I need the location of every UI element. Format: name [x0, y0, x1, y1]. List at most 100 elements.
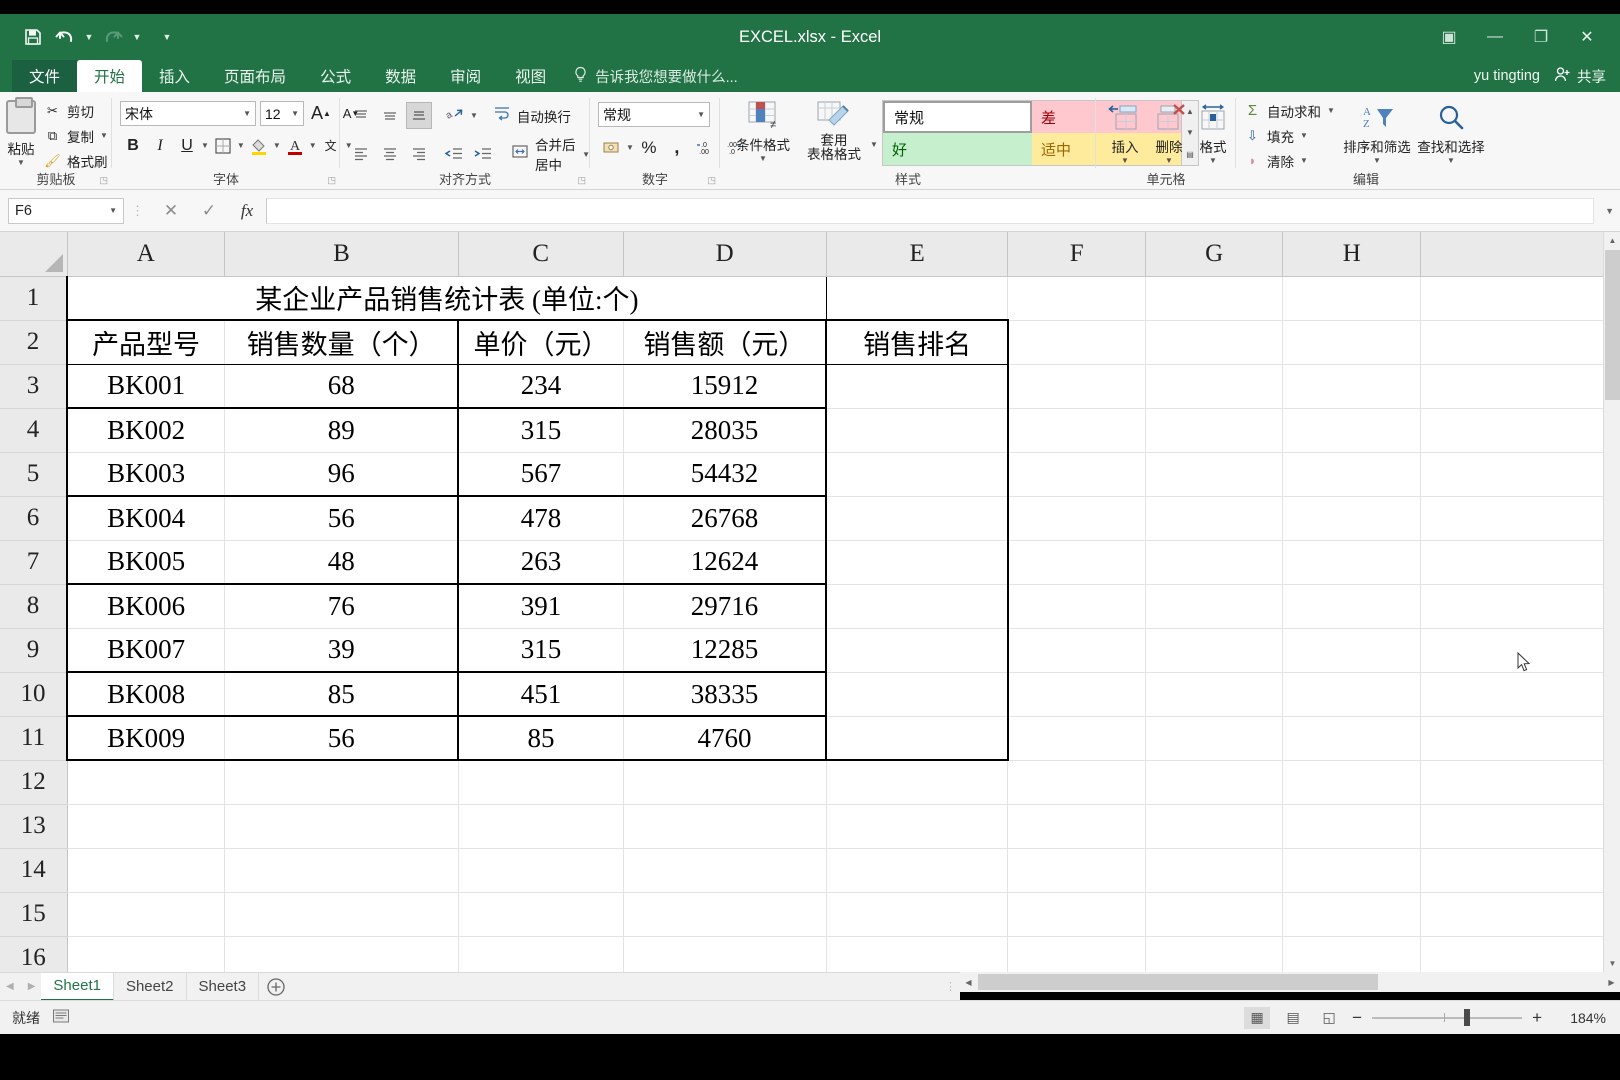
cell-b4[interactable]: 89 [224, 407, 459, 453]
cell-e4[interactable] [825, 408, 1009, 453]
percent-style-button[interactable]: % [636, 134, 662, 161]
cell-a4[interactable]: BK002 [66, 407, 226, 453]
find-select-button[interactable]: 查找和选择 ▼ [1416, 100, 1486, 165]
wrap-text-button[interactable]: 自动换行 [493, 105, 571, 127]
font-size-dropdown-icon[interactable]: ▼ [291, 109, 299, 118]
insert-cells-dropdown-icon[interactable]: ▼ [1121, 156, 1129, 165]
cell-c14[interactable] [458, 848, 624, 893]
cell-c8[interactable]: 391 [457, 583, 624, 629]
cell-i7[interactable] [1420, 540, 1620, 585]
cell-h15[interactable] [1282, 892, 1422, 937]
cell-d8[interactable]: 29716 [623, 583, 827, 629]
cell-i8[interactable] [1420, 584, 1620, 629]
italic-button[interactable]: I [147, 132, 173, 159]
cell-h16[interactable] [1282, 936, 1422, 972]
column-header-g[interactable]: G [1145, 232, 1284, 277]
last-sheet-icon[interactable]: ▶ [28, 981, 36, 992]
cell-g16[interactable] [1145, 936, 1284, 972]
tab-split-handle[interactable]: ⋮ [942, 980, 960, 993]
borders-dropdown-icon[interactable]: ▼ [237, 141, 245, 150]
cell-a1-title[interactable]: 某企业产品销售统计表 (单位:个) [66, 276, 827, 321]
increase-decimal-icon[interactable]: .0.00 [692, 134, 718, 161]
cell-g5[interactable] [1145, 452, 1284, 497]
add-sheet-button[interactable] [259, 973, 293, 1001]
cell-d13[interactable] [623, 804, 827, 849]
fill-button[interactable]: ⇩ 填充 ▼ [1244, 123, 1335, 148]
row-header-6[interactable]: 6 [0, 496, 68, 541]
cell-a16[interactable] [67, 936, 226, 972]
sheet-tab-sheet1[interactable]: Sheet1 [41, 972, 114, 1001]
font-color-dropdown-icon[interactable]: ▼ [309, 141, 317, 150]
cell-g1[interactable] [1145, 276, 1284, 321]
cell-h4[interactable] [1282, 408, 1422, 453]
align-right-icon[interactable] [406, 141, 432, 168]
tab-formulas[interactable]: 公式 [303, 60, 368, 92]
cell-i4[interactable] [1420, 408, 1620, 453]
sheet-tab-sheet2[interactable]: Sheet2 [114, 972, 187, 1001]
cell-e6[interactable] [825, 496, 1009, 541]
cancel-entry-icon[interactable]: ✕ [152, 197, 190, 225]
tab-insert[interactable]: 插入 [142, 60, 207, 92]
cell-g13[interactable] [1145, 804, 1284, 849]
cell-b9[interactable]: 39 [224, 628, 459, 673]
vertical-scroll-thumb[interactable] [1605, 250, 1620, 400]
zoom-slider[interactable] [1372, 1008, 1523, 1028]
row-header-1[interactable]: 1 [0, 276, 68, 321]
redo-icon[interactable] [98, 22, 128, 52]
paste-button[interactable]: 粘贴 ▼ [6, 97, 36, 167]
cell-h9[interactable] [1282, 628, 1422, 673]
comma-style-button[interactable]: , [664, 134, 690, 161]
sort-filter-dropdown-icon[interactable]: ▼ [1373, 156, 1381, 165]
row-header-11[interactable]: 11 [0, 716, 68, 761]
cell-d2[interactable]: 销售额（元） [623, 319, 827, 365]
cell-f10[interactable] [1007, 672, 1146, 717]
cell-f14[interactable] [1007, 848, 1146, 893]
cell-style-normal[interactable]: 常规 [883, 101, 1032, 133]
row-header-3[interactable]: 3 [0, 364, 68, 409]
tell-me-box[interactable]: 告诉我您想要做什么... [573, 60, 738, 92]
cell-e15[interactable] [826, 892, 1009, 937]
cell-h3[interactable] [1282, 364, 1422, 409]
cell-f1[interactable] [1007, 276, 1146, 321]
cell-d12[interactable] [623, 760, 827, 805]
cell-a8[interactable]: BK006 [66, 583, 226, 629]
align-top-icon[interactable] [348, 102, 374, 129]
number-dialog-launcher[interactable]: ◳ [707, 175, 716, 186]
cell-e3[interactable] [825, 364, 1009, 409]
cell-h7[interactable] [1282, 540, 1422, 585]
format-as-table-dropdown-icon[interactable]: ▼ [870, 140, 878, 149]
conditional-formatting-button[interactable]: ≠ 条件格式 ▼ [730, 98, 796, 163]
cell-b5[interactable]: 96 [224, 452, 459, 497]
zoom-in-button[interactable]: + [1532, 1008, 1542, 1028]
cell-b7[interactable]: 48 [224, 540, 459, 585]
scroll-left-icon[interactable]: ◀ [960, 972, 977, 992]
fill-color-icon[interactable] [246, 132, 272, 159]
sheet-tab-sheet3[interactable]: Sheet3 [187, 972, 260, 1001]
cell-g6[interactable] [1145, 496, 1284, 541]
cell-f11[interactable] [1007, 716, 1146, 761]
cell-a2[interactable]: 产品型号 [66, 319, 226, 365]
fill-color-dropdown-icon[interactable]: ▼ [273, 141, 281, 150]
cell-a15[interactable] [67, 892, 226, 937]
borders-icon[interactable] [210, 132, 236, 159]
cell-d11[interactable]: 4760 [623, 715, 827, 761]
cell-f13[interactable] [1007, 804, 1146, 849]
cell-d10[interactable]: 38335 [623, 671, 827, 717]
cell-a5[interactable]: BK003 [66, 452, 226, 497]
column-header-c[interactable]: C [458, 232, 624, 277]
copy-dropdown-icon[interactable]: ▼ [100, 131, 108, 140]
cell-i1[interactable] [1420, 276, 1620, 321]
cell-d15[interactable] [623, 892, 827, 937]
scroll-down-icon[interactable]: ▼ [1604, 955, 1620, 972]
restore-icon[interactable]: ❐ [1518, 17, 1564, 57]
row-header-16[interactable]: 16 [0, 936, 68, 972]
cell-c12[interactable] [458, 760, 624, 805]
cell-h6[interactable] [1282, 496, 1422, 541]
cell-f8[interactable] [1007, 584, 1146, 629]
cell-f4[interactable] [1007, 408, 1146, 453]
cell-f5[interactable] [1007, 452, 1146, 497]
formula-bar-grip[interactable]: ⋮ [124, 203, 152, 219]
cell-c15[interactable] [458, 892, 624, 937]
cell-h1[interactable] [1282, 276, 1422, 321]
cell-h13[interactable] [1282, 804, 1422, 849]
